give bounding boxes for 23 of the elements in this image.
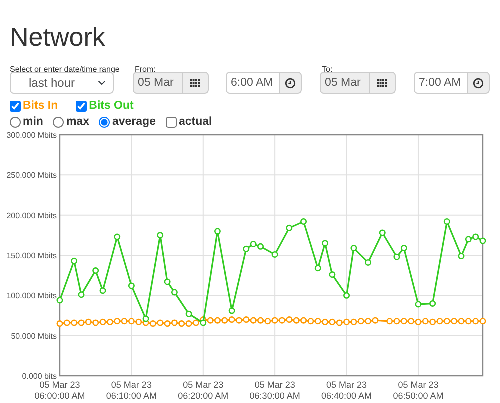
x-axis-label: 05 Mar 23 06:10:00 AM xyxy=(106,380,157,401)
y-axis-label: 50.000 Mbits xyxy=(11,332,57,341)
range-label: Select or enter date/time range xyxy=(10,65,120,74)
x-axis-label: 05 Mar 23 06:20:00 AM xyxy=(178,380,229,401)
y-axis-label: 100.000 Mbits xyxy=(6,292,57,301)
x-axis-label: 05 Mar 23 06:00:00 AM xyxy=(34,380,86,401)
from-label: From: xyxy=(135,65,156,74)
option-label: min xyxy=(23,115,44,130)
to-label: To: xyxy=(322,65,333,74)
legend-label: Bits In xyxy=(23,99,58,114)
x-axis-label: 05 Mar 23 06:50:00 AM xyxy=(393,380,444,401)
y-axis-label: 150.000 Mbits xyxy=(6,252,57,260)
option-label: average xyxy=(112,115,156,130)
page-title: Network xyxy=(10,22,106,52)
x-axis-label: 05 Mar 23 06:30:00 AM xyxy=(250,380,300,401)
y-axis-label: 0.000 bits xyxy=(22,372,57,381)
y-axis-label: 250.000 Mbits xyxy=(6,171,57,180)
option-label: actual xyxy=(178,115,212,130)
x-axis-label: 05 Mar 23 06:40:00 AM xyxy=(322,380,372,401)
legend-label: Bits Out xyxy=(89,99,134,114)
y-axis-label: 200.000 Mbits xyxy=(6,211,57,220)
option-label: max xyxy=(66,115,90,130)
y-axis-label: 300.000 Mbits xyxy=(6,131,57,140)
